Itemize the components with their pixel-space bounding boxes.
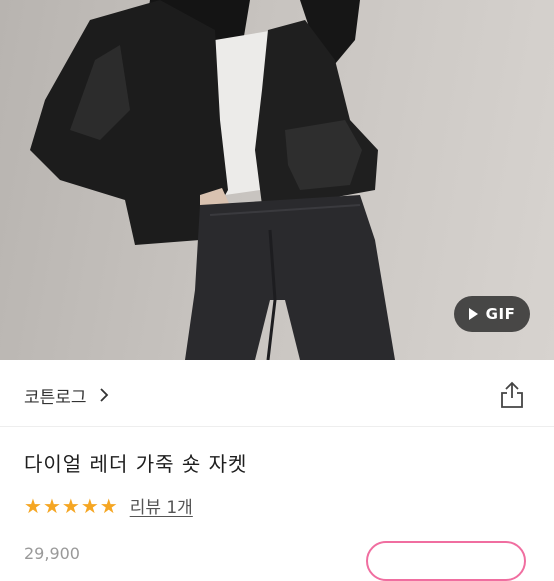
share-icon[interactable] xyxy=(498,380,526,410)
store-name-link[interactable]: 코튼로그 xyxy=(24,383,87,408)
rating-row: ★ ★ ★ ★ ★ 리뷰 1개 xyxy=(24,493,193,519)
store-row: 코튼로그 xyxy=(24,380,530,410)
action-button[interactable] xyxy=(366,541,526,581)
star-icon: ★ xyxy=(61,493,80,518)
rating-stars: ★ ★ ★ ★ ★ xyxy=(24,496,118,516)
product-image[interactable]: GIF xyxy=(0,0,554,360)
gif-label: GIF xyxy=(485,305,516,323)
star-icon: ★ xyxy=(99,493,118,518)
play-icon xyxy=(468,308,478,320)
product-title: 다이얼 레더 가죽 숏 자켓 xyxy=(24,452,248,476)
review-count-link[interactable]: 리뷰 1개 xyxy=(130,493,193,518)
gif-badge[interactable]: GIF xyxy=(454,296,530,332)
chevron-right-icon[interactable] xyxy=(97,388,111,402)
star-icon: ★ xyxy=(80,493,99,518)
divider xyxy=(0,426,554,427)
star-icon: ★ xyxy=(42,493,61,518)
star-icon: ★ xyxy=(24,493,42,518)
